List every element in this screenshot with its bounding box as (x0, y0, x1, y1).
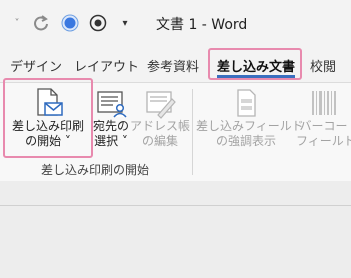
record-button[interactable] (58, 10, 82, 36)
highlight-merge-fields-button[interactable]: 差し込みフィールド の強調表示 (196, 85, 304, 157)
barcode-icon (308, 87, 340, 119)
customize-qat-icon: ▾ (122, 17, 128, 29)
title-bar: ˅ ▾ 文書 1 - Word (0, 0, 351, 48)
tab-design[interactable]: デザイン (10, 54, 62, 76)
ribbon-panel: 差し込み印刷 の開始 ˅ 宛先の 選択 ˅ アドレス帳 の編集 差し込み印刷の開… (0, 78, 351, 182)
barcode-label-2: フィールドの (296, 134, 351, 148)
customize-qat-button[interactable]: ▾ (114, 10, 136, 36)
tab-layout[interactable]: レイアウト (74, 54, 139, 76)
edit-list-label-2: の編集 (141, 134, 178, 148)
tab-review[interactable]: 校閲 (310, 54, 336, 76)
select-recipients-label-2: 選択 ˅ (94, 134, 128, 148)
undo-dropdown-button[interactable]: ˅ (6, 10, 28, 36)
start-mail-merge-highlight (3, 78, 93, 158)
merge-field-icon (230, 87, 262, 119)
highlight-fields-label-2: の強調表示 (215, 134, 276, 148)
select-recipients-label-1: 宛先の (92, 119, 129, 133)
mailings-tab-highlight (208, 48, 302, 80)
edit-list-icon (144, 87, 176, 119)
barcode-field-button[interactable]: バーコー フィールドの (296, 85, 351, 157)
group-divider (192, 89, 193, 175)
edit-recipient-list-button[interactable]: アドレス帳 の編集 (130, 85, 190, 157)
tab-references[interactable]: 参考資料 (147, 54, 199, 76)
ruler-divider (0, 205, 351, 206)
target-icon (89, 14, 107, 32)
chevron-down-icon: ˅ (14, 17, 20, 29)
group-label: 差し込み印刷の開始 (40, 163, 149, 177)
document-area[interactable] (0, 181, 351, 278)
highlight-fields-label-1: 差し込みフィールド (196, 119, 304, 133)
barcode-label-1: バーコー (299, 119, 348, 133)
recipients-list-icon (95, 87, 127, 119)
blue-circle-icon (61, 14, 79, 32)
select-recipients-button[interactable]: 宛先の 選択 ˅ (92, 85, 130, 157)
redo-button[interactable] (28, 10, 54, 36)
target-button[interactable] (86, 10, 110, 36)
edit-list-label-1: アドレス帳 (130, 119, 191, 133)
window-title: 文書 1 - Word (156, 17, 248, 33)
redo-icon (34, 15, 48, 31)
ribbon-tabs: デザイン レイアウト 参考資料 差し込み文書 校閲 (0, 48, 351, 82)
